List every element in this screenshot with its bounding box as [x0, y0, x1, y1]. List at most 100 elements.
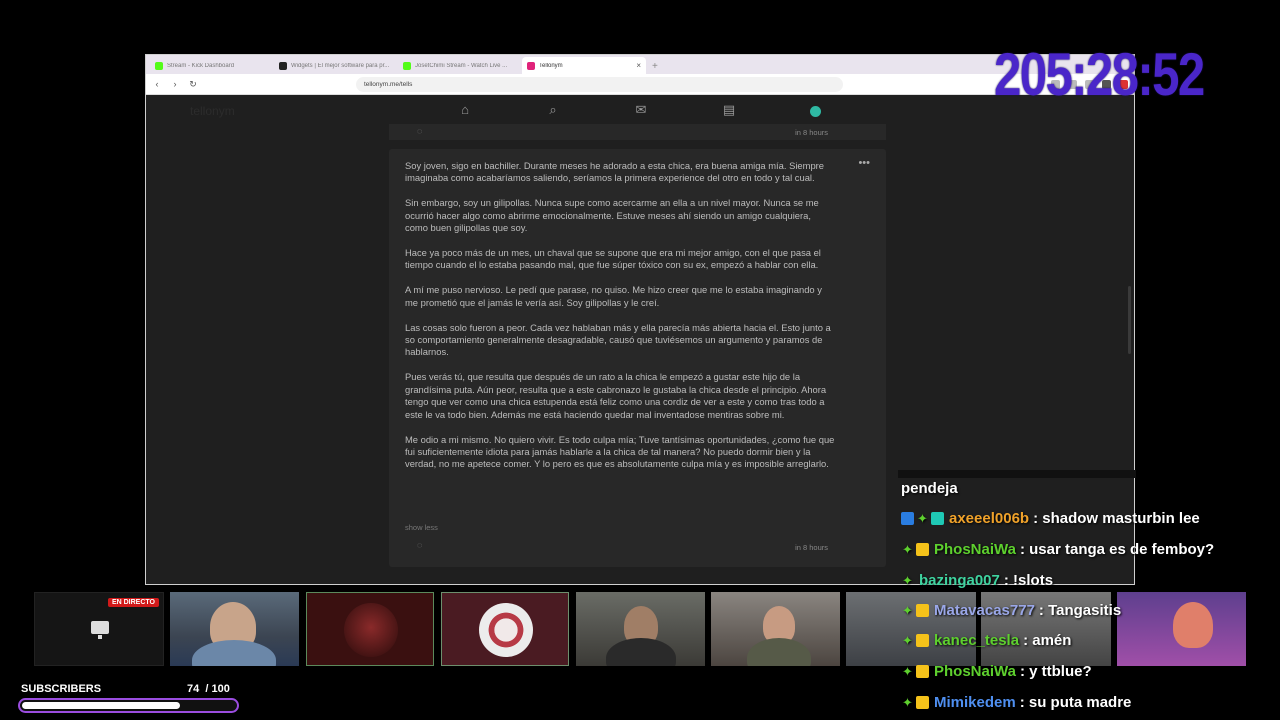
chat-message-text: : Tangasitis [1038, 602, 1122, 619]
subscriber-badge-icon [916, 634, 929, 647]
chat-message-text: : !slots [1003, 572, 1054, 589]
profile-avatar[interactable] [810, 106, 821, 117]
diamond-badge-icon: ✦ [902, 633, 913, 648]
reload-icon[interactable]: ↻ [188, 79, 198, 90]
chat-badges: ✦ [901, 574, 914, 587]
tab-title: Stream - Kick Dashboard [167, 62, 235, 69]
tell-body: Soy joven, sigo en bachiller. Durante me… [405, 160, 835, 483]
browser-tab-kick-stream[interactable]: JosetChimi Stream - Watch Live ... [398, 57, 522, 74]
browser-tab-tellonym[interactable]: Tellonym × [522, 57, 646, 74]
subscriber-badge-icon [916, 665, 929, 678]
chat-username[interactable]: axeeel006b [949, 510, 1029, 527]
tell-paragraph: Me odio a mi mismo. No quiero vivir. Es … [405, 433, 835, 470]
subscriber-badge-icon [916, 543, 929, 556]
back-icon[interactable]: ‹ [152, 79, 162, 89]
tab-title: Widgets | El mejor software para pr... [291, 62, 390, 69]
url-field[interactable]: tellonym.me/tells [356, 76, 843, 92]
avatar-tile [441, 592, 569, 666]
tell-paragraph: Pues verás tú, que resulta que después d… [405, 371, 827, 420]
tab-title: JosetChimi Stream - Watch Live ... [415, 62, 508, 69]
search-icon[interactable]: ⌕ [544, 102, 562, 118]
avatar [344, 603, 398, 657]
chat-message: pendeja [901, 480, 958, 497]
chat-badges: ✦ [901, 543, 929, 556]
chat-badges: ✦ [901, 634, 929, 647]
avatar [479, 603, 533, 657]
chat-icon[interactable]: ▤ [720, 102, 738, 118]
chat-overlay: pendeja ✦ axeeel006b: shadow masturbin lee… [898, 470, 1280, 720]
subscribers-label: SUBSCRIBERS [21, 683, 102, 695]
chat-username[interactable]: PhosNaiWa [934, 663, 1016, 680]
forward-icon[interactable]: › [170, 79, 180, 89]
person-silhouette [747, 638, 811, 666]
chat-message-text: : shadow masturbin lee [1033, 510, 1200, 527]
subscriber-badge-icon [916, 696, 929, 709]
chat-username[interactable]: Mimikedem [934, 694, 1016, 711]
stream-timer: 205:28:52 [994, 41, 1205, 108]
browser-tab-kick-dashboard[interactable]: Stream - Kick Dashboard [150, 57, 274, 74]
chat-message: ✦ bazinga007: !slots [901, 572, 1053, 589]
chat-badges: ✦ [901, 665, 929, 678]
chat-fade [898, 470, 1136, 478]
browser-tab-widgets[interactable]: Widgets | El mejor software para pr... [274, 57, 398, 74]
chat-message-text: : usar tanga es de femboy? [1019, 541, 1215, 558]
widgets-favicon-icon [279, 61, 287, 70]
subscribers-count: 74 / 100 [187, 683, 230, 695]
chat-message: ✦ axeeel006b: shadow masturbin lee [901, 510, 1200, 527]
app-nav-icons: ⌂ ⌕ ✉ ▤ [456, 102, 738, 118]
chat-message: ✦ Matavacas777: Tangasitis [901, 602, 1121, 619]
chat-message-text: : amén [1023, 632, 1072, 649]
diamond-badge-icon: ✦ [902, 542, 913, 557]
inbox-icon[interactable]: ✉ [632, 102, 650, 118]
person-silhouette [192, 640, 276, 666]
tell-paragraph: Sin embargo, soy un gilipollas. Nunca su… [405, 197, 819, 234]
tell-paragraph: A mí me puso nervioso. Le pedí que paras… [405, 284, 822, 308]
diamond-badge-icon: ✦ [902, 695, 913, 710]
more-options-icon[interactable]: ••• [858, 157, 870, 169]
show-less-link[interactable]: show less [405, 523, 438, 532]
comment-icon[interactable]: ◌ [417, 126, 422, 136]
webcam-tile [170, 592, 299, 666]
address-bar: ‹ › ↻ tellonym.me/tells [146, 74, 1134, 95]
tell-paragraph: Hace ya poco más de un mes, un chaval qu… [405, 247, 821, 271]
tell-time: in 8 hours [795, 543, 828, 552]
tab-title: Tellonym [539, 62, 563, 69]
diamond-badge-icon: ✦ [902, 573, 913, 588]
chat-username[interactable]: kanec_tesla [934, 632, 1019, 649]
tell-paragraph: Soy joven, sigo en bachiller. Durante me… [405, 160, 824, 184]
comment-icon[interactable]: ◌ [417, 540, 422, 550]
subscribers-progress-fill [22, 702, 180, 709]
chat-badges: ✦ [901, 604, 929, 617]
kick-favicon-icon [155, 61, 163, 70]
app-navbar: tellonym ⌂ ⌕ ✉ ▤ [146, 96, 1134, 126]
chat-username[interactable]: PhosNaiWa [934, 541, 1016, 558]
chat-username[interactable]: bazinga007 [919, 572, 1000, 589]
tell-card: ••• Soy joven, sigo en bachiller. Durant… [389, 149, 886, 567]
chat-badges: ✦ [901, 512, 944, 525]
tell-paragraph: Las cosas solo fueron a peor. Cada vez h… [405, 321, 831, 358]
scrollbar[interactable] [1128, 286, 1131, 354]
live-badge: EN DIRECTO [107, 598, 159, 607]
webcam-tile [711, 592, 840, 666]
home-icon[interactable]: ⌂ [456, 102, 474, 118]
founder-badge-icon [931, 512, 944, 525]
diamond-badge-icon: ✦ [917, 511, 928, 526]
tab-strip: Stream - Kick Dashboard Widgets | El mej… [146, 55, 1134, 74]
tellonym-logo[interactable]: tellonym [190, 104, 235, 118]
kick-favicon-icon [403, 61, 411, 70]
verified-badge-icon [901, 512, 914, 525]
chat-message: ✦ Mimikedem: su puta madre [901, 694, 1131, 711]
chat-message: ✦ PhosNaiWa: usar tanga es de femboy? [901, 541, 1214, 558]
stream-overlay: Stream - Kick Dashboard Widgets | El mej… [0, 0, 1280, 720]
chat-message-text: : y ttblue? [1019, 663, 1092, 680]
chat-message: ✦ PhosNaiWa: y ttblue? [901, 663, 1092, 680]
tell-time: in 8 hours [795, 128, 828, 137]
person-silhouette [606, 638, 676, 666]
chat-username[interactable]: Matavacas777 [934, 602, 1035, 619]
close-tab-icon[interactable]: × [636, 61, 641, 70]
tellonym-favicon-icon [527, 61, 535, 70]
avatar-tile [306, 592, 434, 666]
webcam-tile [576, 592, 705, 666]
new-tab-button[interactable]: + [652, 61, 658, 72]
chat-message-text: : su puta madre [1019, 694, 1132, 711]
